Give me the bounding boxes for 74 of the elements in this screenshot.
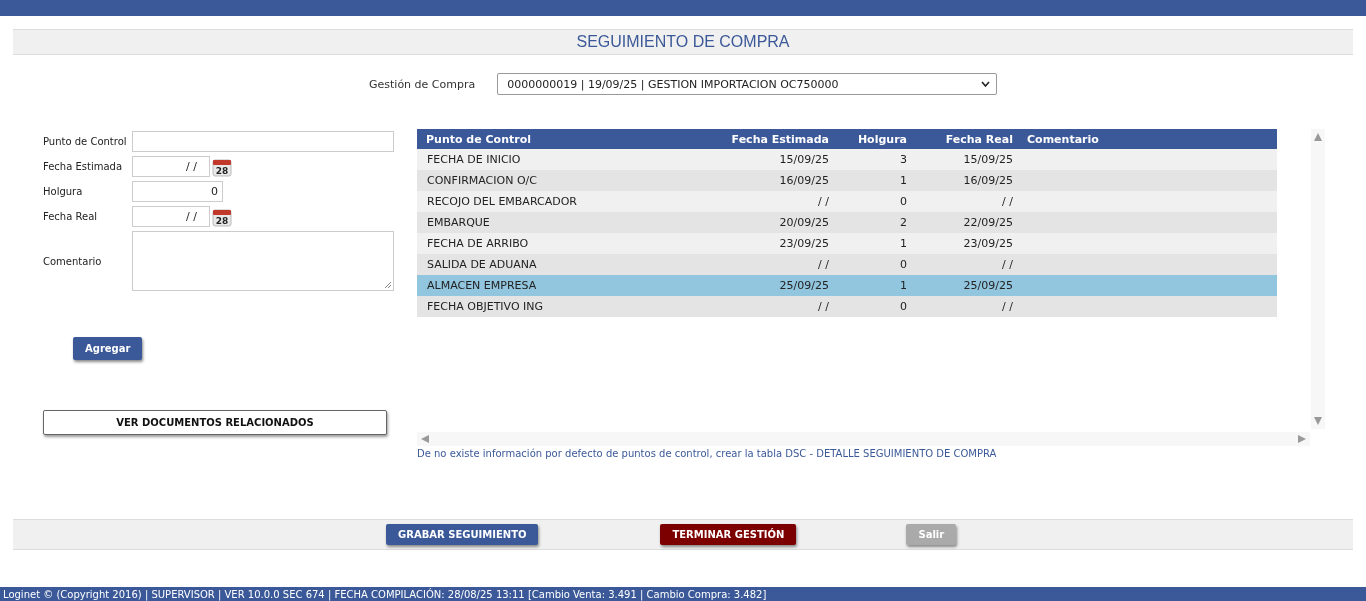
table-cell-text: 1 — [899, 279, 907, 292]
table-cell-text: 15/09/25 — [962, 153, 1013, 166]
field-label: Gestión de Compra — [369, 77, 476, 91]
table-cell-text: RECOJO DEL EMBARCADOR — [426, 195, 578, 208]
table-cell-text: / / — [1001, 300, 1013, 313]
field-label: Fecha Real — [43, 211, 99, 222]
table-cell-text: 0 — [899, 258, 907, 271]
table-cell-text: 15/09/25 — [778, 153, 829, 166]
action-button[interactable]: TERMINAR GESTIÓN — [660, 524, 797, 545]
table-row[interactable]: FECHA DE INICIO 15/09/25 3 15/09/25 — [417, 149, 1277, 170]
status-bar: Loginet © (Copyright 2016) | SUPERVISOR | VER 10.0.0 SEC 674 | FECHA COMPILACIÓN: 28/08/25 13:11 [Cambio Venta: 3.491 | Cambio Compra: 3.482] — [0, 587, 1366, 601]
column-header: Holgura — [856, 132, 907, 146]
calendar-icon[interactable]: 28 — [212, 206, 232, 227]
table-row[interactable]: FECHA DE ARRIBO 23/09/25 1 23/09/25 — [417, 233, 1277, 254]
column-header: Fecha Estimada — [730, 132, 829, 146]
scroll-up-icon[interactable] — [1314, 133, 1322, 141]
comment-field[interactable] — [132, 231, 394, 291]
chevron-down-icon — [981, 81, 991, 87]
table-cell-text: ALMACEN EMPRESA — [426, 279, 538, 292]
scroll-left-icon[interactable] — [421, 435, 429, 443]
resize-grip-icon[interactable] — [384, 281, 392, 289]
table-cell-text: 0 — [899, 195, 907, 208]
date-field[interactable]: / / — [132, 156, 210, 177]
table-cell-text: FECHA DE ARRIBO — [426, 237, 530, 250]
table-row[interactable]: EMBARQUE 20/09/25 2 22/09/25 — [417, 212, 1277, 233]
add-button[interactable]: Agregar — [73, 337, 143, 360]
table-cell-text: / / — [817, 300, 829, 313]
table-cell-text: 16/09/25 — [778, 174, 829, 187]
table-cell-text: 0 — [899, 300, 907, 313]
table-cell-text: 1 — [899, 237, 907, 250]
vertical-scrollbar[interactable] — [1311, 129, 1325, 429]
action-button[interactable]: GRABAR SEGUIMIENTO — [386, 524, 539, 545]
table-cell-text: SALIDA DE ADUANA — [426, 258, 538, 271]
table-row[interactable]: ALMACEN EMPRESA 25/09/25 1 25/09/25 — [417, 275, 1277, 296]
page-title: SEGUIMIENTO DE COMPRA — [576, 33, 790, 51]
horizontal-scrollbar[interactable] — [417, 432, 1310, 446]
field-label: Punto de Control — [43, 136, 128, 147]
scroll-down-icon[interactable] — [1314, 417, 1322, 425]
column-header: Fecha Real — [944, 132, 1013, 146]
table-cell-text: 16/09/25 — [962, 174, 1013, 187]
table-row[interactable]: SALIDA DE ADUANA / / 0 / / — [417, 254, 1277, 275]
table-cell-text: / / — [1001, 258, 1013, 271]
table-cell-text: / / — [817, 195, 829, 208]
number-field[interactable]: 0 — [132, 181, 223, 202]
table-cell-text: FECHA DE INICIO — [426, 153, 522, 166]
table-cell-text: 20/09/25 — [778, 216, 829, 229]
column-header: Comentario — [1026, 132, 1100, 146]
table-cell-text: 25/09/25 — [962, 279, 1013, 292]
info-note: De no existe información por defecto de puntos de control, crear la tabla DSC - DETALLE SEGUIMIENTO DE COMPRA — [417, 448, 998, 459]
table-cell-text: 23/09/25 — [778, 237, 829, 250]
table-cell-text: FECHA OBJETIVO ING — [426, 300, 545, 313]
table-cell-text: 1 — [899, 174, 907, 187]
table-cell-text: / / — [817, 258, 829, 271]
date-field[interactable]: / / — [132, 206, 210, 227]
table-cell-text: CONFIRMACION O/C — [426, 174, 538, 187]
table-cell-text: EMBARQUE — [426, 216, 491, 229]
table-row[interactable]: CONFIRMACION O/C 16/09/25 1 16/09/25 — [417, 170, 1277, 191]
table-cell-text: 22/09/25 — [962, 216, 1013, 229]
table-row[interactable]: FECHA OBJETIVO ING / / 0 / / — [417, 296, 1277, 317]
table-cell-text: / / — [1001, 195, 1013, 208]
text-field[interactable] — [132, 131, 394, 152]
table-cell-text: 3 — [899, 153, 907, 166]
field-label: Fecha Estimada — [43, 161, 124, 172]
field-label: Holgura — [43, 186, 84, 197]
table-cell-text: 2 — [899, 216, 907, 229]
calendar-icon[interactable]: 28 — [212, 156, 232, 177]
column-header: Punto de Control — [425, 132, 532, 146]
field-label: Comentario — [43, 255, 103, 267]
documents-button[interactable]: VER DOCUMENTOS RELACIONADOS — [43, 410, 387, 435]
scroll-right-icon[interactable] — [1298, 435, 1306, 443]
table-row[interactable]: RECOJO DEL EMBARCADOR / / 0 / / — [417, 191, 1277, 212]
gestion-select[interactable]: 0000000019 | 19/09/25 | GESTION IMPORTACION OC750000 — [497, 73, 998, 95]
table-cell-text: 23/09/25 — [962, 237, 1013, 250]
table-cell-text: 25/09/25 — [778, 279, 829, 292]
